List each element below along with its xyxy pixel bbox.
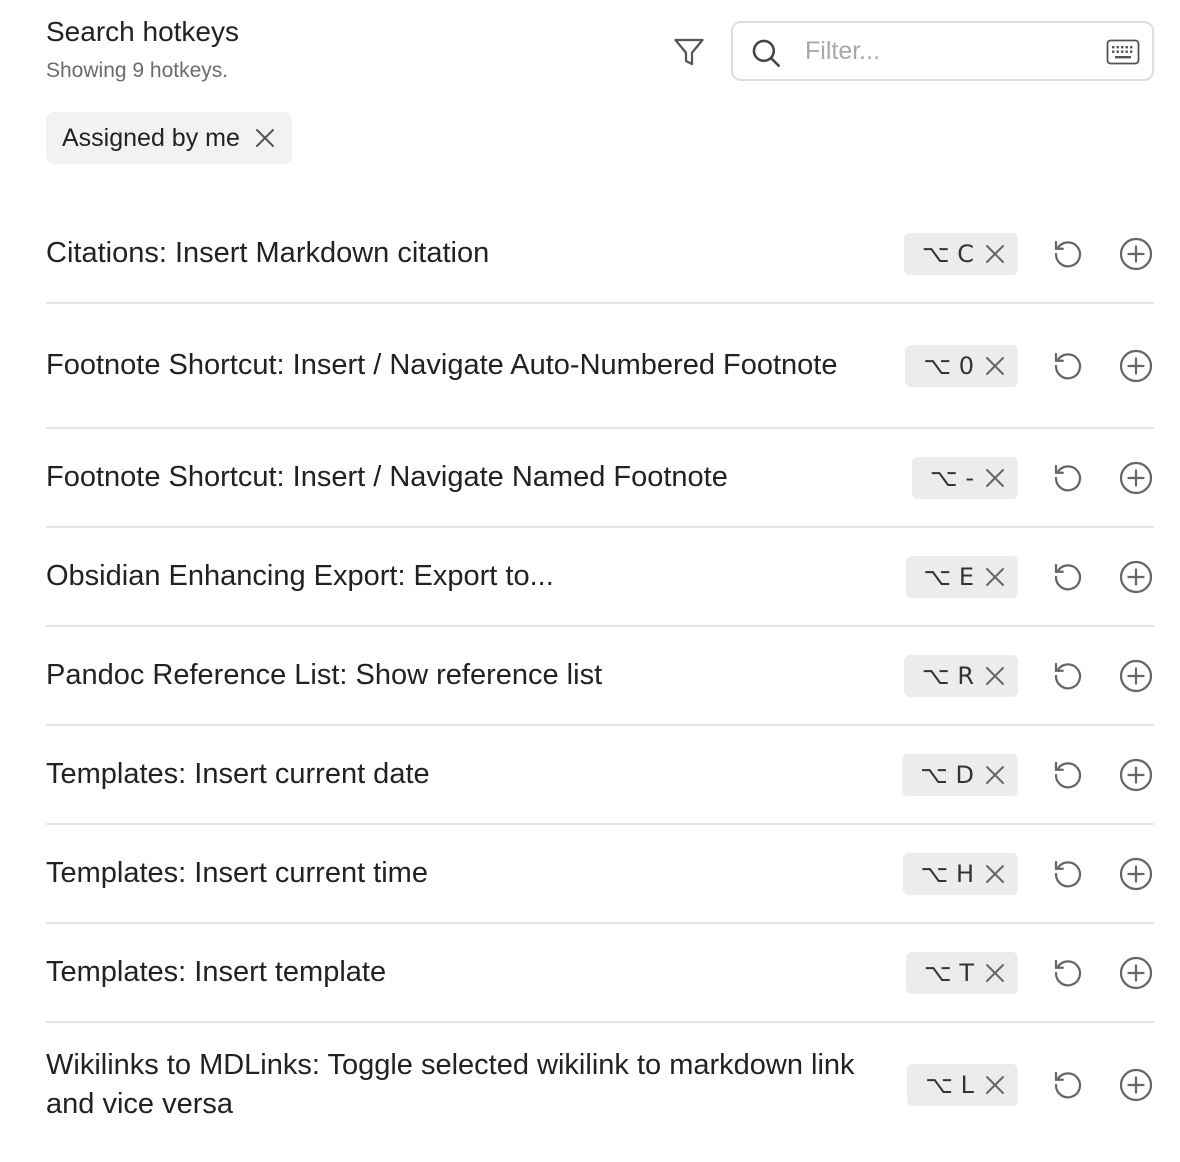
hotkey-row: Templates: Insert current date ⌥ D [46,726,1154,825]
add-hotkey-icon[interactable] [1118,658,1154,694]
add-hotkey-icon[interactable] [1118,856,1154,892]
hotkey-row: Citations: Insert Markdown citation ⌥ C [46,205,1154,304]
search-input[interactable] [805,31,1095,71]
filter-button[interactable] [666,30,712,74]
restore-default-icon[interactable] [1050,955,1086,991]
hotkey-keys: ⌥ R [922,661,974,690]
assigned-hotkey: ⌥ 0 [905,344,1018,387]
hotkey-controls: ⌥ L [907,1064,1154,1106]
remove-hotkey-icon[interactable] [984,863,1006,885]
remove-hotkey-icon[interactable] [984,566,1006,588]
command-name: Templates: Insert current time [46,857,428,889]
add-hotkey-icon[interactable] [1118,1067,1154,1103]
assigned-hotkey: ⌥ H [902,852,1018,895]
restore-default-icon[interactable] [1050,348,1086,384]
hotkey-controls: ⌥ - [912,456,1154,499]
restore-default-icon[interactable] [1050,559,1086,595]
remove-hotkey-icon[interactable] [984,1074,1006,1096]
command-name: Templates: Insert current date [46,758,430,790]
restore-default-icon[interactable] [1050,1067,1086,1103]
hotkey-controls: ⌥ R [904,654,1154,697]
command-name: Obsidian Enhancing Export: Export to... [46,560,554,592]
hotkey-controls: ⌥ H [902,852,1154,895]
assigned-hotkey: ⌥ R [904,654,1018,697]
hotkey-keys: ⌥ C [921,239,974,268]
hotkey-keys: ⌥ H [920,859,974,888]
remove-hotkey-icon[interactable] [984,243,1006,265]
remove-hotkey-icon[interactable] [984,764,1006,786]
remove-hotkey-icon[interactable] [984,665,1006,687]
restore-default-icon[interactable] [1050,658,1086,694]
command-name: Wikilinks to MDLinks: Toggle selected wi… [46,1049,855,1120]
filter-icon [674,38,704,66]
hotkey-keys: ⌥ 0 [923,351,974,380]
remove-hotkey-icon[interactable] [984,962,1006,984]
add-hotkey-icon[interactable] [1118,559,1154,595]
hotkey-row: Wikilinks to MDLinks: Toggle selected wi… [46,1023,1154,1147]
hotkey-controls: ⌥ T [906,951,1154,994]
hotkey-row: Obsidian Enhancing Export: Export to... … [46,528,1154,627]
hotkey-controls: ⌥ C [903,232,1154,275]
hotkey-keys: ⌥ L [925,1071,974,1099]
command-name: Templates: Insert template [46,956,387,988]
restore-default-icon[interactable] [1050,856,1086,892]
command-name: Citations: Insert Markdown citation [46,237,490,269]
filter-chip-label: Assigned by me [62,123,240,152]
add-hotkey-icon[interactable] [1118,236,1154,272]
command-name: Footnote Shortcut: Insert / Navigate Aut… [46,349,838,381]
hotkey-list: Citations: Insert Markdown citation ⌥ C … [46,205,1154,1147]
hotkey-controls: ⌥ D [902,753,1154,796]
hotkey-keys: ⌥ E [923,562,974,591]
hotkey-controls: ⌥ E [905,555,1154,598]
assigned-hotkey: ⌥ - [912,456,1018,499]
hotkey-row: Footnote Shortcut: Insert / Navigate Nam… [46,429,1154,528]
hotkey-row: Templates: Insert current time ⌥ H [46,825,1154,924]
add-hotkey-icon[interactable] [1118,955,1154,991]
assigned-hotkey: ⌥ L [907,1064,1018,1106]
assigned-hotkey: ⌥ C [903,232,1018,275]
assigned-hotkey: ⌥ D [902,753,1018,796]
page-title: Search hotkeys [46,16,239,47]
header: Search hotkeys Showing 9 hotkeys. [46,14,239,84]
hotkey-keys: ⌥ - [930,463,974,492]
filter-chip-assigned-by-me[interactable]: Assigned by me [46,112,292,164]
search-icon [752,39,781,68]
command-name: Footnote Shortcut: Insert / Navigate Nam… [46,461,728,493]
search-box [731,21,1154,81]
hotkey-keys: ⌥ T [924,958,974,987]
keyboard-icon[interactable] [1106,39,1140,65]
assigned-hotkey: ⌥ E [905,555,1018,598]
add-hotkey-icon[interactable] [1118,757,1154,793]
close-icon[interactable] [254,127,276,149]
remove-hotkey-icon[interactable] [984,355,1006,377]
restore-default-icon[interactable] [1050,460,1086,496]
remove-hotkey-icon[interactable] [984,467,1006,489]
restore-default-icon[interactable] [1050,236,1086,272]
hotkey-keys: ⌥ D [920,760,974,789]
hotkey-controls: ⌥ 0 [905,344,1154,387]
add-hotkey-icon[interactable] [1118,348,1154,384]
hotkeys-settings-panel: Search hotkeys Showing 9 hotkeys. Filter… [0,0,1180,1162]
assigned-hotkey: ⌥ T [906,951,1018,994]
hotkey-row: Footnote Shortcut: Insert / Navigate Aut… [46,304,1154,429]
command-name: Pandoc Reference List: Show reference li… [46,659,603,691]
hotkey-count: Showing 9 hotkeys. [46,59,229,82]
hotkey-row: Templates: Insert template ⌥ T [46,924,1154,1023]
hotkey-row: Pandoc Reference List: Show reference li… [46,627,1154,726]
restore-default-icon[interactable] [1050,757,1086,793]
add-hotkey-icon[interactable] [1118,460,1154,496]
